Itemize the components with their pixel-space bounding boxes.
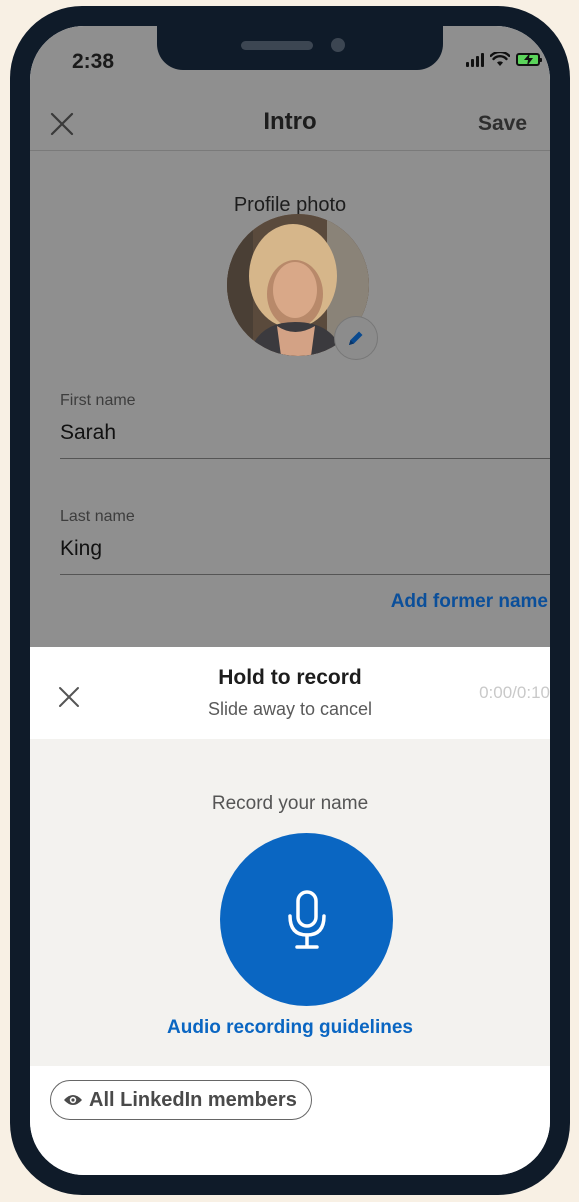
add-former-name-link[interactable]: Add former name <box>30 591 550 613</box>
record-sheet-subtitle: Slide away to cancel <box>207 699 373 719</box>
eye-icon <box>64 1095 82 1105</box>
pencil-icon <box>349 331 363 345</box>
recording-timer: 0:00/0:10 <box>479 683 550 702</box>
record-sheet-header: Hold to record Slide away to cancel 0:00… <box>30 647 550 739</box>
status-icons <box>466 52 542 67</box>
dimmed-edit-intro-form: 2:38 Intro Save Profile photo First name… <box>30 26 550 647</box>
audio-recording-guidelines-link[interactable]: Audio recording guidelines <box>30 1017 550 1039</box>
page-title: Intro <box>263 108 317 135</box>
notch-speaker <box>241 41 313 50</box>
last-name-underline <box>60 574 550 575</box>
wifi-icon <box>490 52 510 66</box>
visibility-selector-button[interactable]: All LinkedIn members <box>50 1080 312 1120</box>
visibility-label: All LinkedIn members <box>89 1088 297 1111</box>
screen: 2:38 Intro Save Profile photo First name… <box>30 26 550 1175</box>
edit-photo-button[interactable] <box>334 316 378 360</box>
top-navigation-bar: Intro Save <box>30 102 550 152</box>
record-button[interactable] <box>220 833 393 1006</box>
notch-camera <box>331 38 345 52</box>
signal-icon <box>466 52 484 67</box>
battery-charging-icon <box>516 53 542 66</box>
save-button[interactable]: Save <box>478 112 527 136</box>
status-time: 2:38 <box>72 50 115 73</box>
record-panel: Record your name Audio recording guideli… <box>30 739 550 1066</box>
phone-notch <box>157 26 443 70</box>
last-name-field[interactable]: King <box>60 537 102 561</box>
nav-divider <box>30 150 550 151</box>
first-name-label: First name <box>60 392 136 409</box>
record-your-name-label: Record your name <box>211 793 369 814</box>
record-sheet-title: Hold to record <box>218 666 362 689</box>
microphone-icon <box>287 889 326 949</box>
visibility-footer: All LinkedIn members <box>30 1066 550 1175</box>
phone-frame: 2:38 Intro Save Profile photo First name… <box>10 6 570 1195</box>
first-name-underline <box>60 458 550 459</box>
last-name-label: Last name <box>60 508 135 525</box>
first-name-field[interactable]: Sarah <box>60 421 116 445</box>
